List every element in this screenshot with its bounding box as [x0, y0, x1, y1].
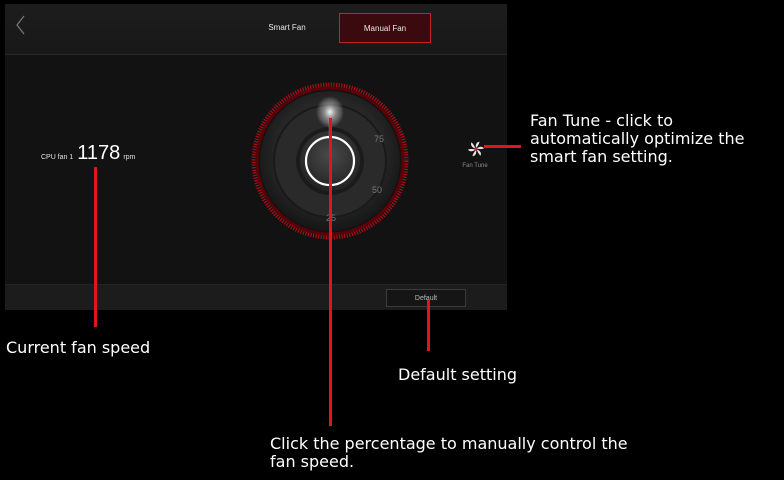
fan-name-label: CPU fan 1	[41, 154, 74, 161]
callout-line-percentage	[329, 118, 332, 426]
top-bar: Smart Fan Manual Fan	[5, 4, 507, 55]
callout-line-fan-tune	[484, 145, 521, 148]
callout-fan-tune: Fan Tune - click to automatically optimi…	[530, 112, 744, 166]
callout-percentage: Click the percentage to manually control…	[270, 434, 628, 471]
tab-smart-fan[interactable]: Smart Fan	[253, 13, 321, 43]
callout-current-speed: Current fan speed	[6, 338, 151, 357]
callout-fan-tune-text: Fan Tune - click to automatically optimi…	[530, 111, 745, 166]
fan-speed-unit: rpm	[123, 154, 136, 161]
fan-speed-value: 1178	[77, 142, 121, 164]
back-chevron-icon[interactable]	[13, 13, 29, 37]
dial-tick-label-75: 75	[374, 134, 384, 144]
fan-tune-label: Fan Tune	[462, 163, 488, 169]
default-button[interactable]: Default	[386, 289, 466, 307]
fan-control-screen: Smart Fan Manual Fan CPU fan 1 1178 rpm	[5, 4, 507, 310]
fan-icon	[467, 141, 485, 157]
callout-line-default	[427, 300, 430, 351]
dial-tick-label-50: 50	[372, 185, 382, 195]
callout-default-setting: Default setting	[398, 365, 518, 384]
bottom-bar: Default	[5, 284, 507, 310]
fan-speed-readout: CPU fan 1 1178 rpm	[41, 142, 135, 168]
tab-manual-fan[interactable]: Manual Fan	[339, 13, 431, 43]
callout-line-current-speed	[94, 167, 97, 327]
